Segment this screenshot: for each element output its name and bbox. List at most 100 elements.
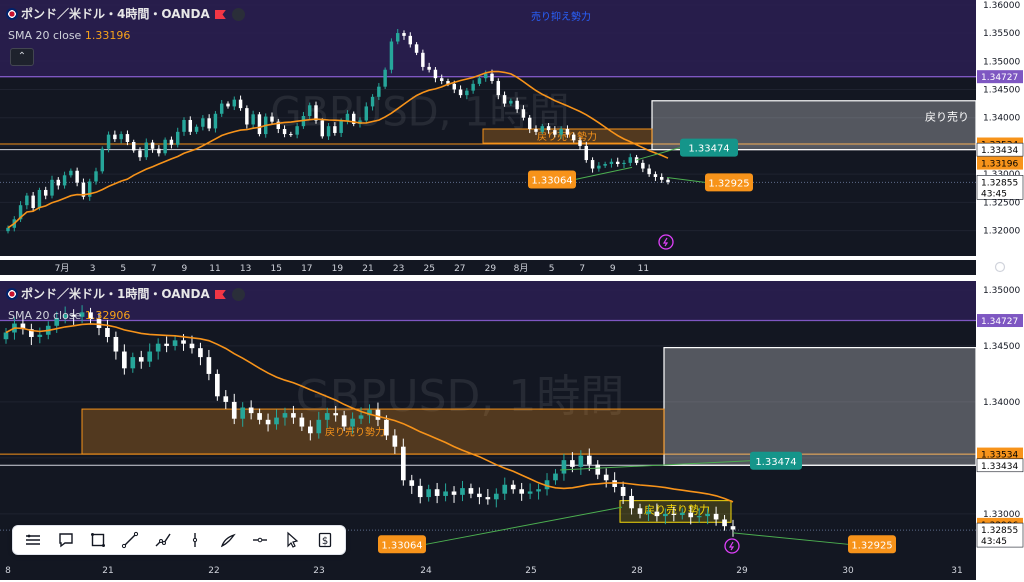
rectangle-icon[interactable]	[85, 527, 111, 553]
candle-down	[502, 95, 507, 104]
candle-up	[326, 126, 331, 137]
y-tick-label: 1.34000	[983, 114, 1020, 124]
brush-icon[interactable]	[215, 527, 241, 553]
candle-down	[565, 129, 570, 135]
candle-down	[282, 129, 287, 135]
candle-down	[248, 407, 254, 414]
path-icon[interactable]	[150, 527, 176, 553]
candle-up	[443, 491, 448, 496]
price-callout-text: 1.32925	[851, 540, 892, 551]
flag-icon[interactable]	[214, 10, 226, 19]
candle-down	[181, 340, 186, 344]
candle-down	[150, 142, 155, 149]
candle-down	[421, 52, 425, 67]
candle-down	[615, 161, 620, 164]
candle-down	[427, 66, 431, 70]
candle-down	[189, 343, 195, 349]
layers-icon[interactable]	[20, 527, 46, 553]
candle-down	[138, 357, 144, 362]
candle-down	[666, 179, 670, 183]
eye-icon[interactable]	[231, 8, 245, 21]
candle-down	[654, 511, 660, 517]
candle-up	[25, 195, 29, 206]
x-tick-label: 17	[301, 264, 312, 274]
candle-up	[646, 511, 651, 514]
bottom-sma-legend[interactable]: SMA 20 close 1.32906	[8, 309, 130, 322]
vertical-line-icon[interactable]	[182, 527, 208, 553]
x-tick-label: 19	[332, 264, 344, 274]
candle-down	[223, 396, 229, 402]
candle-down	[231, 401, 237, 419]
x-tick-label: 23	[393, 264, 404, 274]
x-tick-label: 25	[525, 566, 536, 576]
candle-up	[364, 106, 369, 121]
candle-up	[50, 179, 54, 196]
candle-down	[207, 118, 211, 129]
candle-up	[471, 83, 475, 91]
price-tag-icon[interactable]: $	[312, 527, 338, 553]
candle-up	[509, 100, 513, 104]
axis-price-label-text: 1.33434	[981, 146, 1018, 156]
comment-icon[interactable]	[53, 527, 79, 553]
y-tick-label: 1.32000	[983, 227, 1020, 237]
candle-up	[465, 90, 469, 96]
candle-down	[257, 114, 262, 135]
bottom-chart-title: ポンド／米ドル・1時間・OANDA	[21, 287, 210, 301]
x-tick-label: 24	[420, 566, 432, 576]
candle-down	[245, 108, 249, 125]
candle-up	[460, 488, 465, 495]
candle-up	[147, 351, 153, 362]
sma-label: SMA 20 close	[8, 29, 82, 42]
candle-down	[43, 189, 48, 196]
price-callout-text: 1.32925	[708, 178, 749, 189]
candle-down	[671, 513, 677, 515]
candle-down	[188, 119, 193, 132]
candle-up	[477, 78, 482, 84]
y-tick-label: 1.34500	[983, 85, 1020, 95]
horizontal-ray-icon[interactable]	[247, 527, 273, 553]
candle-up	[370, 96, 375, 107]
x-tick-label: 9	[182, 264, 188, 274]
candle-up	[561, 460, 567, 474]
candle-up	[350, 418, 355, 427]
candle-up	[609, 161, 614, 164]
y-tick-label: 1.35000	[983, 57, 1020, 67]
candle-up	[213, 113, 218, 129]
y-tick-label: 1.34500	[983, 342, 1020, 352]
axis-price-label-text: 1.32855	[981, 526, 1018, 536]
candle-down	[238, 99, 243, 109]
gb-us-flag-icon	[6, 8, 18, 20]
flag-icon[interactable]	[214, 290, 226, 299]
candle-up	[307, 105, 312, 117]
collapse-legend-button[interactable]: ⌃	[10, 48, 34, 66]
candle-down	[198, 348, 203, 358]
top-sma-legend[interactable]: SMA 20 close 1.33196	[8, 29, 130, 42]
axis-price-label-text: 1.34727	[981, 73, 1018, 83]
candle-down	[477, 493, 482, 498]
candle-down	[439, 78, 444, 82]
trend-line-icon[interactable]	[117, 527, 143, 553]
svg-text:$: $	[322, 536, 328, 547]
candle-up	[155, 343, 161, 352]
cursor-icon[interactable]	[279, 527, 305, 553]
candle-up	[389, 41, 394, 70]
candle-down	[308, 426, 313, 434]
candle-down	[571, 134, 576, 141]
candle-down	[515, 100, 519, 110]
candle-down	[409, 480, 415, 486]
x-tick-label: 3	[90, 264, 96, 274]
candle-up	[219, 103, 224, 114]
candle-down	[138, 150, 142, 158]
x-tick-label: 7月	[55, 263, 70, 274]
candle-down	[534, 129, 538, 132]
x-tick-label: 23	[313, 566, 324, 576]
candle-down	[490, 73, 494, 82]
candle-down	[434, 489, 440, 496]
x-tick-label: 5	[549, 264, 555, 274]
candle-up	[130, 357, 136, 369]
eye-icon[interactable]	[231, 288, 245, 301]
candle-down	[270, 116, 274, 122]
candle-up	[483, 73, 488, 79]
candle-down	[131, 141, 136, 151]
x-tick-label: 11	[209, 264, 220, 274]
